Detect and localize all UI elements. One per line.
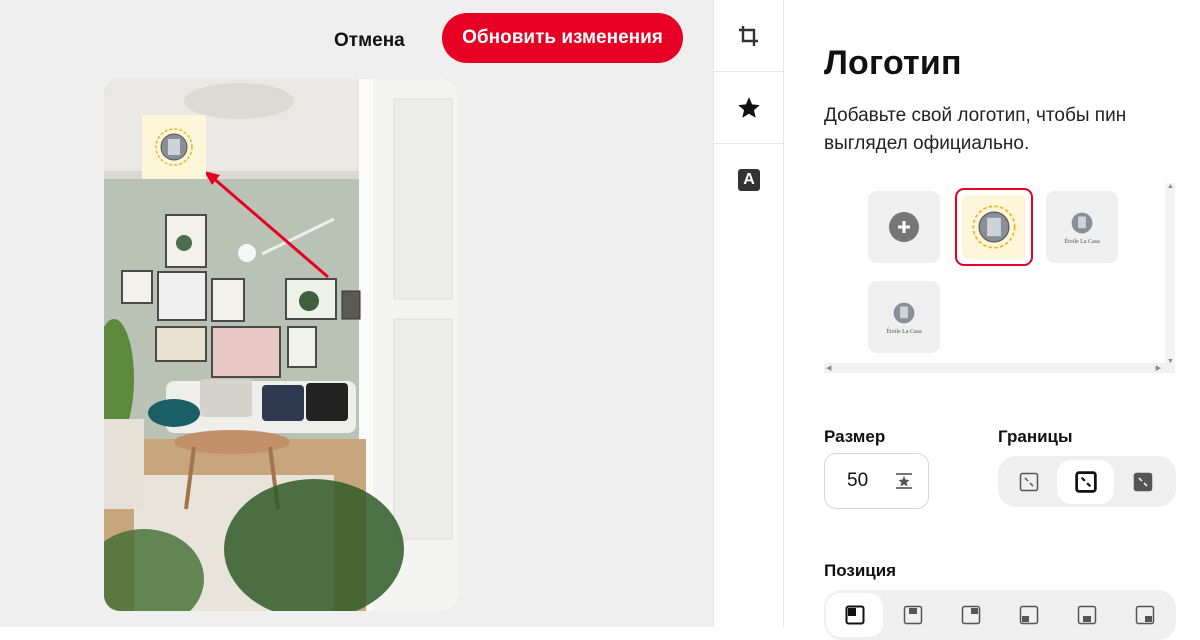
tool-rail: A <box>713 0 784 627</box>
borders-label: Границы <box>998 427 1073 446</box>
border-none-icon <box>1019 472 1038 491</box>
crop-icon <box>739 25 758 46</box>
size-value: 50 <box>847 470 869 491</box>
panel-description: Добавьте свой логотип, чтобы пин выгляде… <box>824 105 1127 154</box>
position-top-left-option[interactable] <box>826 593 883 637</box>
position-bottom-center-option[interactable] <box>1058 593 1115 637</box>
vertical-scrollbar[interactable]: ▲ ▼ <box>1165 183 1175 365</box>
logo-gallery: Étoile La Casa Étoile La Casa ▲ ▼ ◀ ▶ <box>824 183 1175 373</box>
size-label: Размер <box>824 427 886 446</box>
logo-tile[interactable]: Étoile La Casa <box>868 281 940 353</box>
update-changes-button[interactable]: Обновить изменения <box>442 13 683 63</box>
logo-thumbnail-icon <box>155 128 193 166</box>
logo-tile-selected[interactable] <box>955 188 1033 266</box>
borders-selector <box>998 456 1176 507</box>
horizontal-scrollbar[interactable]: ◀ ▶ <box>824 363 1175 373</box>
logo-caption: Étoile La Casa <box>886 328 922 335</box>
pos-bottom-left-icon <box>1019 605 1038 625</box>
pos-bottom-right-icon <box>1135 605 1154 625</box>
pos-bottom-center-icon <box>1077 605 1096 625</box>
panel-title: Логотип <box>824 44 962 82</box>
position-bottom-right-option[interactable] <box>1116 593 1173 637</box>
logo-overlay-on-pin[interactable] <box>142 115 206 179</box>
logo-caption: Étoile La Casa <box>1064 238 1100 245</box>
size-input[interactable]: 50 <box>824 453 929 509</box>
logo-thumbnail-icon <box>1071 212 1093 233</box>
logo-settings-panel: Логотип Добавьте свой логотип, чтобы пин… <box>785 0 1200 640</box>
cancel-button[interactable]: Отмена <box>320 22 419 60</box>
logo-thumbnail-icon <box>972 205 1016 249</box>
position-selector <box>824 590 1176 640</box>
border-none-option[interactable] <box>1000 460 1057 504</box>
border-full-icon <box>1133 472 1152 491</box>
pos-top-left-icon <box>845 605 864 625</box>
add-logo-button[interactable] <box>868 191 940 263</box>
pos-top-right-icon <box>961 605 980 625</box>
star-icon <box>738 96 760 118</box>
logo-tool-button[interactable] <box>714 72 784 144</box>
border-selected-option[interactable] <box>1057 459 1114 504</box>
pin-preview-image <box>104 79 458 611</box>
pos-top-center-icon <box>903 605 922 625</box>
logo-thumbnail-icon <box>893 302 915 323</box>
logo-tile[interactable]: Étoile La Casa <box>1046 191 1118 263</box>
editor-canvas: Отмена Обновить изменения <box>0 0 713 627</box>
text-icon: A <box>738 169 760 191</box>
position-top-right-option[interactable] <box>942 593 999 637</box>
position-bottom-left-option[interactable] <box>1000 593 1057 637</box>
crop-tool-button[interactable] <box>714 0 784 72</box>
text-tool-button[interactable]: A <box>714 144 784 216</box>
position-top-center-option[interactable] <box>884 593 941 637</box>
resize-star-icon <box>896 473 913 489</box>
plus-icon <box>889 212 919 242</box>
border-selected-icon <box>1074 470 1097 493</box>
position-label: Позиция <box>824 561 897 580</box>
border-full-option[interactable] <box>1114 460 1171 504</box>
